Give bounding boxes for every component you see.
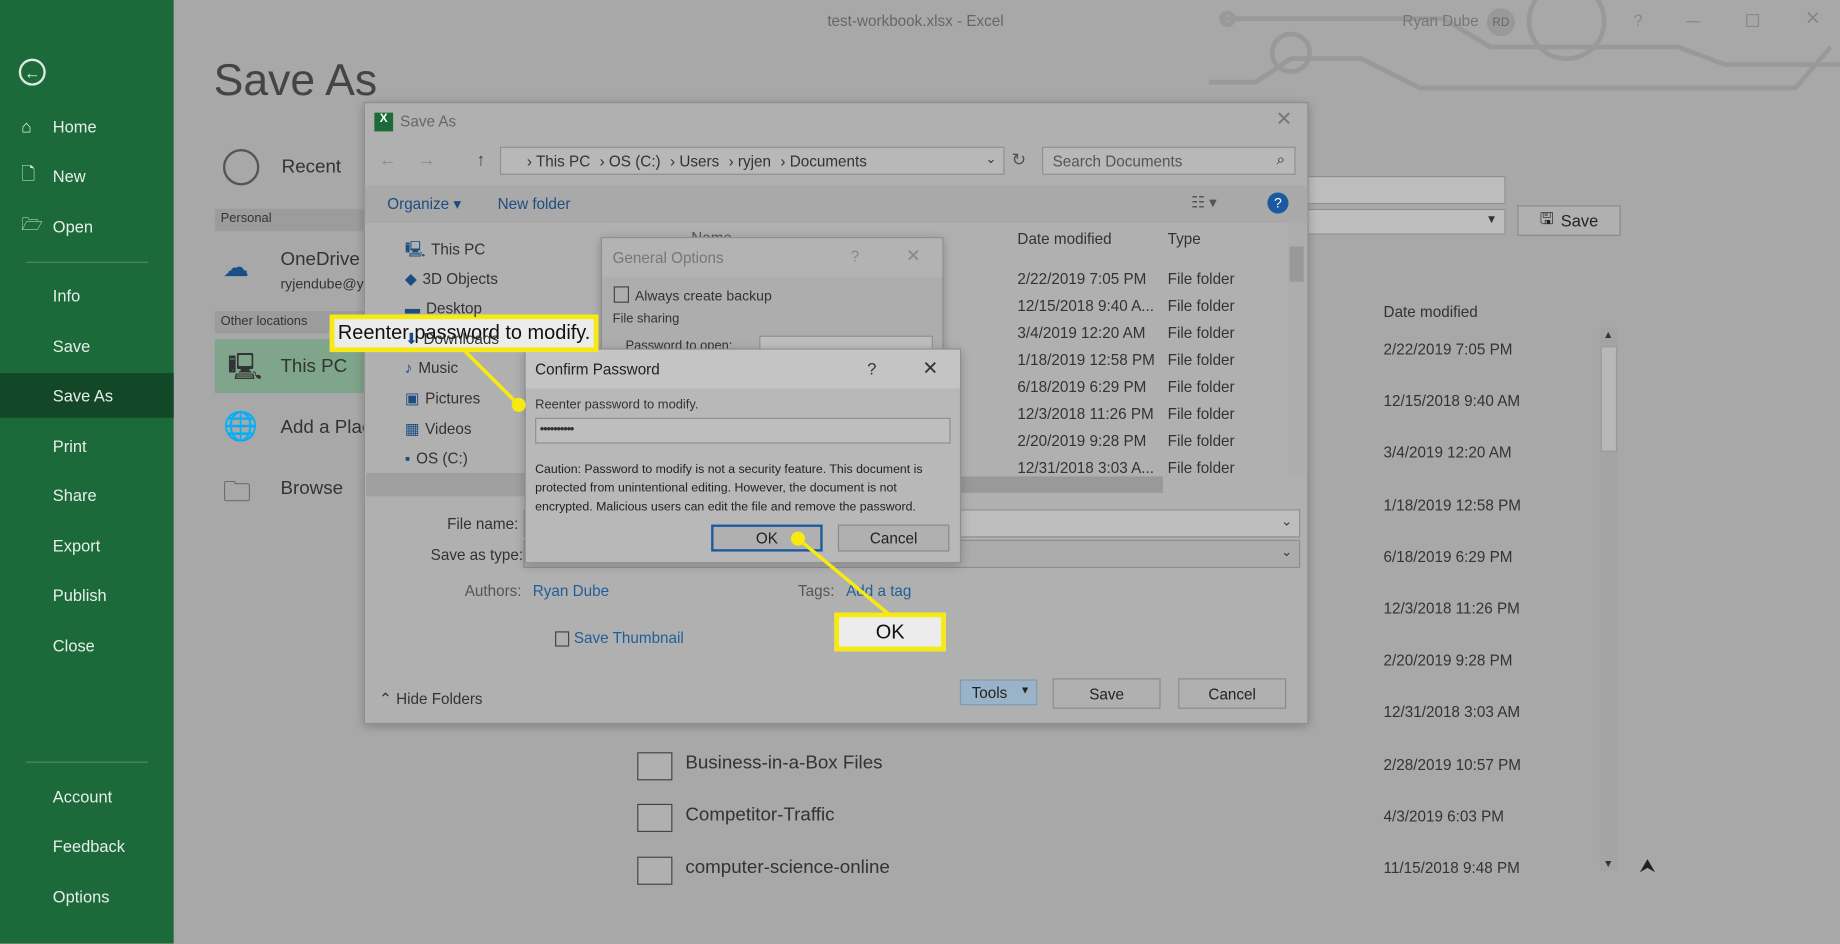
nav-item[interactable]: ▬ Desktop [405, 299, 482, 317]
callout-connectors [462, 348, 891, 617]
nav-item[interactable]: 🖳 This PC [405, 239, 485, 265]
nav-item[interactable]: ♪ Music [405, 360, 458, 378]
label: Downloads [423, 329, 500, 348]
nav-item[interactable]: ▦ Videos [405, 420, 472, 439]
callout-ok: OK [834, 612, 946, 652]
label: Music [418, 359, 459, 378]
label: This PC [431, 240, 486, 259]
label: OS (C:) [416, 449, 468, 468]
3d-objects-icon: ◆ [404, 269, 417, 288]
nav-item[interactable]: ▣ Pictures [405, 390, 480, 409]
mouse-cursor-icon: ⮝ [1639, 856, 1656, 877]
pictures-icon: ▣ [404, 389, 420, 408]
videos-icon: ▦ [404, 419, 420, 438]
label: Videos [425, 419, 472, 438]
drive-icon: ▪ [404, 449, 411, 468]
computer-icon: 🖳 [404, 240, 426, 259]
label: 3D Objects [422, 269, 498, 288]
music-icon: ♪ [404, 359, 413, 378]
nav-item[interactable]: ◆ 3D Objects [405, 269, 498, 288]
excel-window: test-workbook.xlsx - Excel Ryan Dube RD … [0, 0, 1840, 944]
nav-item[interactable]: ▪ OS (C:) [405, 450, 468, 468]
desktop-icon: ▬ [404, 299, 421, 318]
label: Pictures [425, 389, 481, 408]
label: Desktop [425, 299, 482, 318]
downloads-icon: ⬇ [404, 329, 418, 348]
nav-item[interactable]: ⬇ Downloads [405, 330, 499, 349]
